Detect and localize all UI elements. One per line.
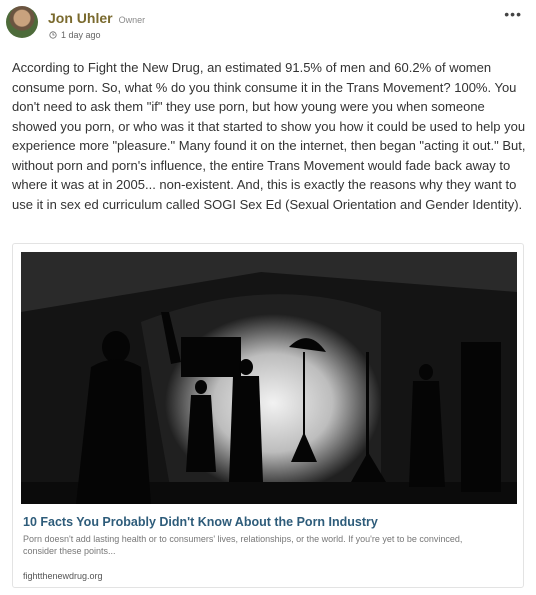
link-preview-domain[interactable]: fightthenewdrug.org	[23, 571, 103, 581]
author-role-badge: Owner	[118, 15, 146, 25]
link-preview-title[interactable]: 10 Facts You Probably Didn't Know About …	[23, 515, 378, 529]
post-timestamp[interactable]: 1 day ago	[49, 30, 101, 40]
link-preview-card[interactable]: 10 Facts You Probably Didn't Know About …	[12, 243, 524, 588]
more-horizontal-icon[interactable]: •••	[504, 6, 522, 22]
timestamp-text: 1 day ago	[61, 30, 101, 40]
link-preview-description: Porn doesn't add lasting health or to co…	[23, 534, 463, 556]
clock-icon	[49, 31, 57, 39]
author-name[interactable]: Jon Uhler	[48, 10, 113, 26]
studio-photo-illustration	[21, 252, 517, 504]
author-avatar[interactable]	[6, 6, 38, 38]
post-card: Jon Uhler Owner 1 day ago ••• According …	[0, 0, 536, 595]
post-body: According to Fight the New Drug, an esti…	[12, 60, 526, 212]
author-line: Jon Uhler Owner	[48, 10, 145, 26]
link-preview-image[interactable]	[21, 252, 517, 504]
